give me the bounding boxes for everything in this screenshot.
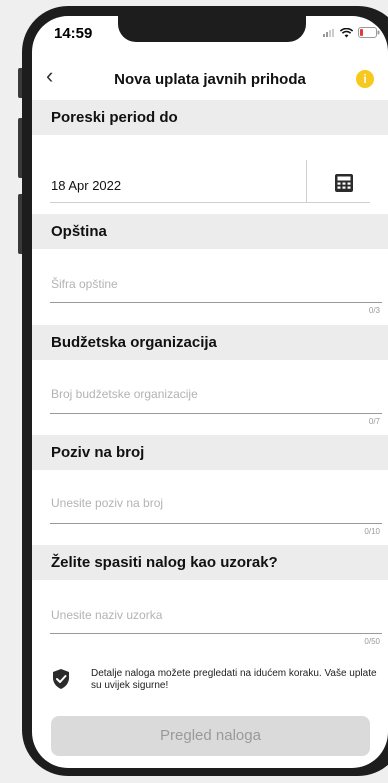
poziv-underline: [50, 523, 382, 524]
opstina-field[interactable]: Šifra opštine 0/3: [32, 249, 388, 315]
budzet-underline: [50, 413, 382, 414]
status-icons: [323, 27, 380, 38]
battery-icon: [358, 27, 380, 38]
opstina-counter: 0/3: [368, 306, 380, 315]
section-poziv-label: Poziv na broj: [51, 444, 145, 461]
poziv-placeholder: Unesite poziv na broj: [51, 496, 164, 510]
navigation-bar: ‹ Nova uplata javnih prihoda i: [32, 56, 388, 100]
signal-icon: [323, 28, 334, 37]
section-poziv: Poziv na broj: [32, 435, 388, 470]
section-period: Poreski period do: [32, 100, 388, 135]
shield-check-icon: [53, 669, 69, 689]
budzet-field[interactable]: Broj budžetske organizacije 0/7: [32, 360, 388, 426]
notch: [118, 16, 306, 42]
uzorak-placeholder: Unesite naziv uzorka: [51, 608, 163, 622]
date-value[interactable]: 18 Apr 2022: [51, 178, 121, 193]
poziv-field[interactable]: Unesite poziv na broj 0/10: [32, 470, 388, 536]
section-budzet-label: Budžetska organizacija: [51, 334, 217, 351]
uzorak-field[interactable]: Unesite naziv uzorka 0/50: [32, 580, 388, 646]
uzorak-underline: [50, 633, 382, 634]
budzet-counter: 0/7: [368, 417, 380, 426]
notice-text: Detalje naloga možete pregledati na iduć…: [91, 668, 377, 691]
app-screen: 14:59 ‹ Nova uplata javnih prihoda i Por…: [32, 16, 388, 768]
budzet-placeholder: Broj budžetske organizacije: [51, 387, 198, 401]
section-opstina-label: Opština: [51, 223, 107, 240]
opstina-placeholder: Šifra opštine: [51, 277, 118, 291]
date-underline: [50, 202, 370, 203]
status-time: 14:59: [54, 25, 93, 42]
uzorak-counter: 0/50: [364, 637, 380, 646]
page-title: Nova uplata javnih prihoda: [114, 71, 306, 88]
calculator-icon[interactable]: [334, 173, 354, 193]
section-period-label: Poreski period do: [51, 109, 178, 126]
pregled-naloga-button[interactable]: Pregled naloga: [51, 716, 370, 756]
info-icon[interactable]: i: [356, 70, 374, 88]
section-budzet: Budžetska organizacija: [32, 325, 388, 360]
wifi-icon: [340, 27, 353, 37]
poziv-counter: 0/10: [364, 527, 380, 536]
section-uzorak-label: Želite spasiti nalog kao uzorak?: [51, 554, 278, 571]
opstina-underline: [50, 302, 382, 303]
date-divider: [306, 160, 307, 202]
section-opstina: Opština: [32, 214, 388, 249]
section-uzorak: Želite spasiti nalog kao uzorak?: [32, 545, 388, 580]
